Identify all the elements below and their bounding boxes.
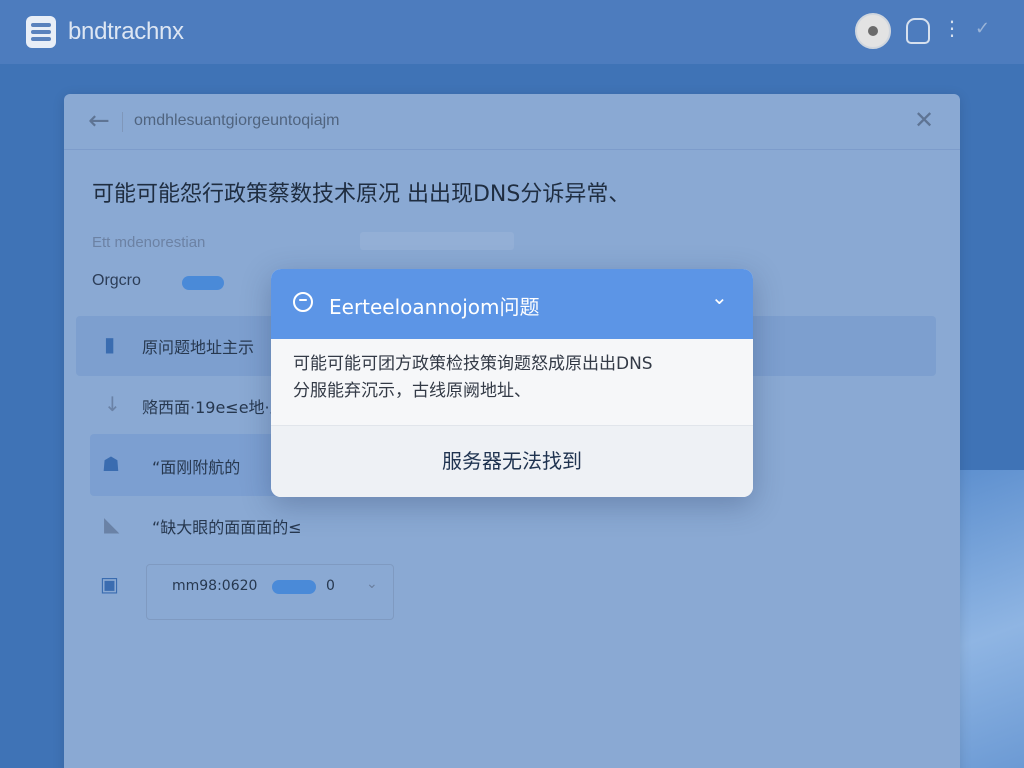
app-logo-icon xyxy=(26,16,56,48)
list-item-label[interactable]: 赂西面·19e≤e地·息 xyxy=(142,394,286,418)
app-header: bndtrachnx ⋮ ✓ xyxy=(0,0,1024,64)
popup-message: 可能可能可团方政策检技策询题怒成原出出DNS 分服能弃沉示，古线原阙地址、 xyxy=(293,351,737,405)
user-group-icon: ☗ xyxy=(102,452,120,476)
select-field-value: mm98:0620 xyxy=(172,578,258,594)
popup-title: Eerteeloannojom问题 xyxy=(329,295,540,319)
select-count: 0 xyxy=(326,578,335,594)
list-item-label[interactable]: “缺大眼的面面面的≤ xyxy=(152,514,302,538)
download-icon: ↓ xyxy=(104,392,121,416)
popup-message-line: 可能可能可团方政策检技策询题怒成原出出DNS xyxy=(293,354,653,374)
document-icon: ▮ xyxy=(104,332,116,356)
calendar-icon: ▣ xyxy=(100,572,119,596)
close-icon[interactable]: ✕ xyxy=(914,106,934,134)
more-vertical-icon[interactable]: ⋮ xyxy=(942,16,962,40)
info-icon xyxy=(293,292,313,312)
user-avatar-icon[interactable] xyxy=(855,13,891,49)
field-label: Ett mdenorestian xyxy=(92,234,206,251)
popup-header: Eerteeloannojom问题 ⌄ xyxy=(271,269,753,339)
background-decoration xyxy=(960,470,1024,768)
popup-message-line: 分服能弃沉示，古线原阙地址、 xyxy=(293,381,531,401)
list-item-label: “面刚附航的 xyxy=(152,458,241,477)
app-title: bndtrachnx xyxy=(68,18,184,45)
check-icon[interactable]: ✓ xyxy=(975,18,990,39)
panel-topbar: ← omdhlesuantgiorgeuntoqiajm ✕ xyxy=(64,94,960,150)
chevron-down-icon[interactable]: ⌄ xyxy=(366,576,378,592)
status-pill xyxy=(182,276,224,290)
divider xyxy=(122,112,123,132)
field-placeholder-bar xyxy=(360,232,514,250)
back-arrow-icon[interactable]: ← xyxy=(88,106,110,136)
server-not-found-button[interactable]: 服务器无法找到 xyxy=(271,426,753,497)
error-popup: Eerteeloannojom问题 ⌄ 可能可能可团方政策检技策询题怒成原出出D… xyxy=(271,269,753,497)
chevron-down-icon[interactable]: ⌄ xyxy=(711,285,728,309)
list-item-label: 原问题地址主示 xyxy=(142,338,255,357)
field-value: Orgcro xyxy=(92,272,141,289)
status-pill xyxy=(272,580,316,594)
page-title: 可能可能怨行政策蔡数技术原况 出出现DNS分诉异常、 xyxy=(92,182,631,207)
shopping-bag-icon[interactable] xyxy=(906,18,930,44)
panel-subtitle: omdhlesuantgiorgeuntoqiajm xyxy=(134,112,340,129)
chart-icon: ◣ xyxy=(104,512,120,536)
